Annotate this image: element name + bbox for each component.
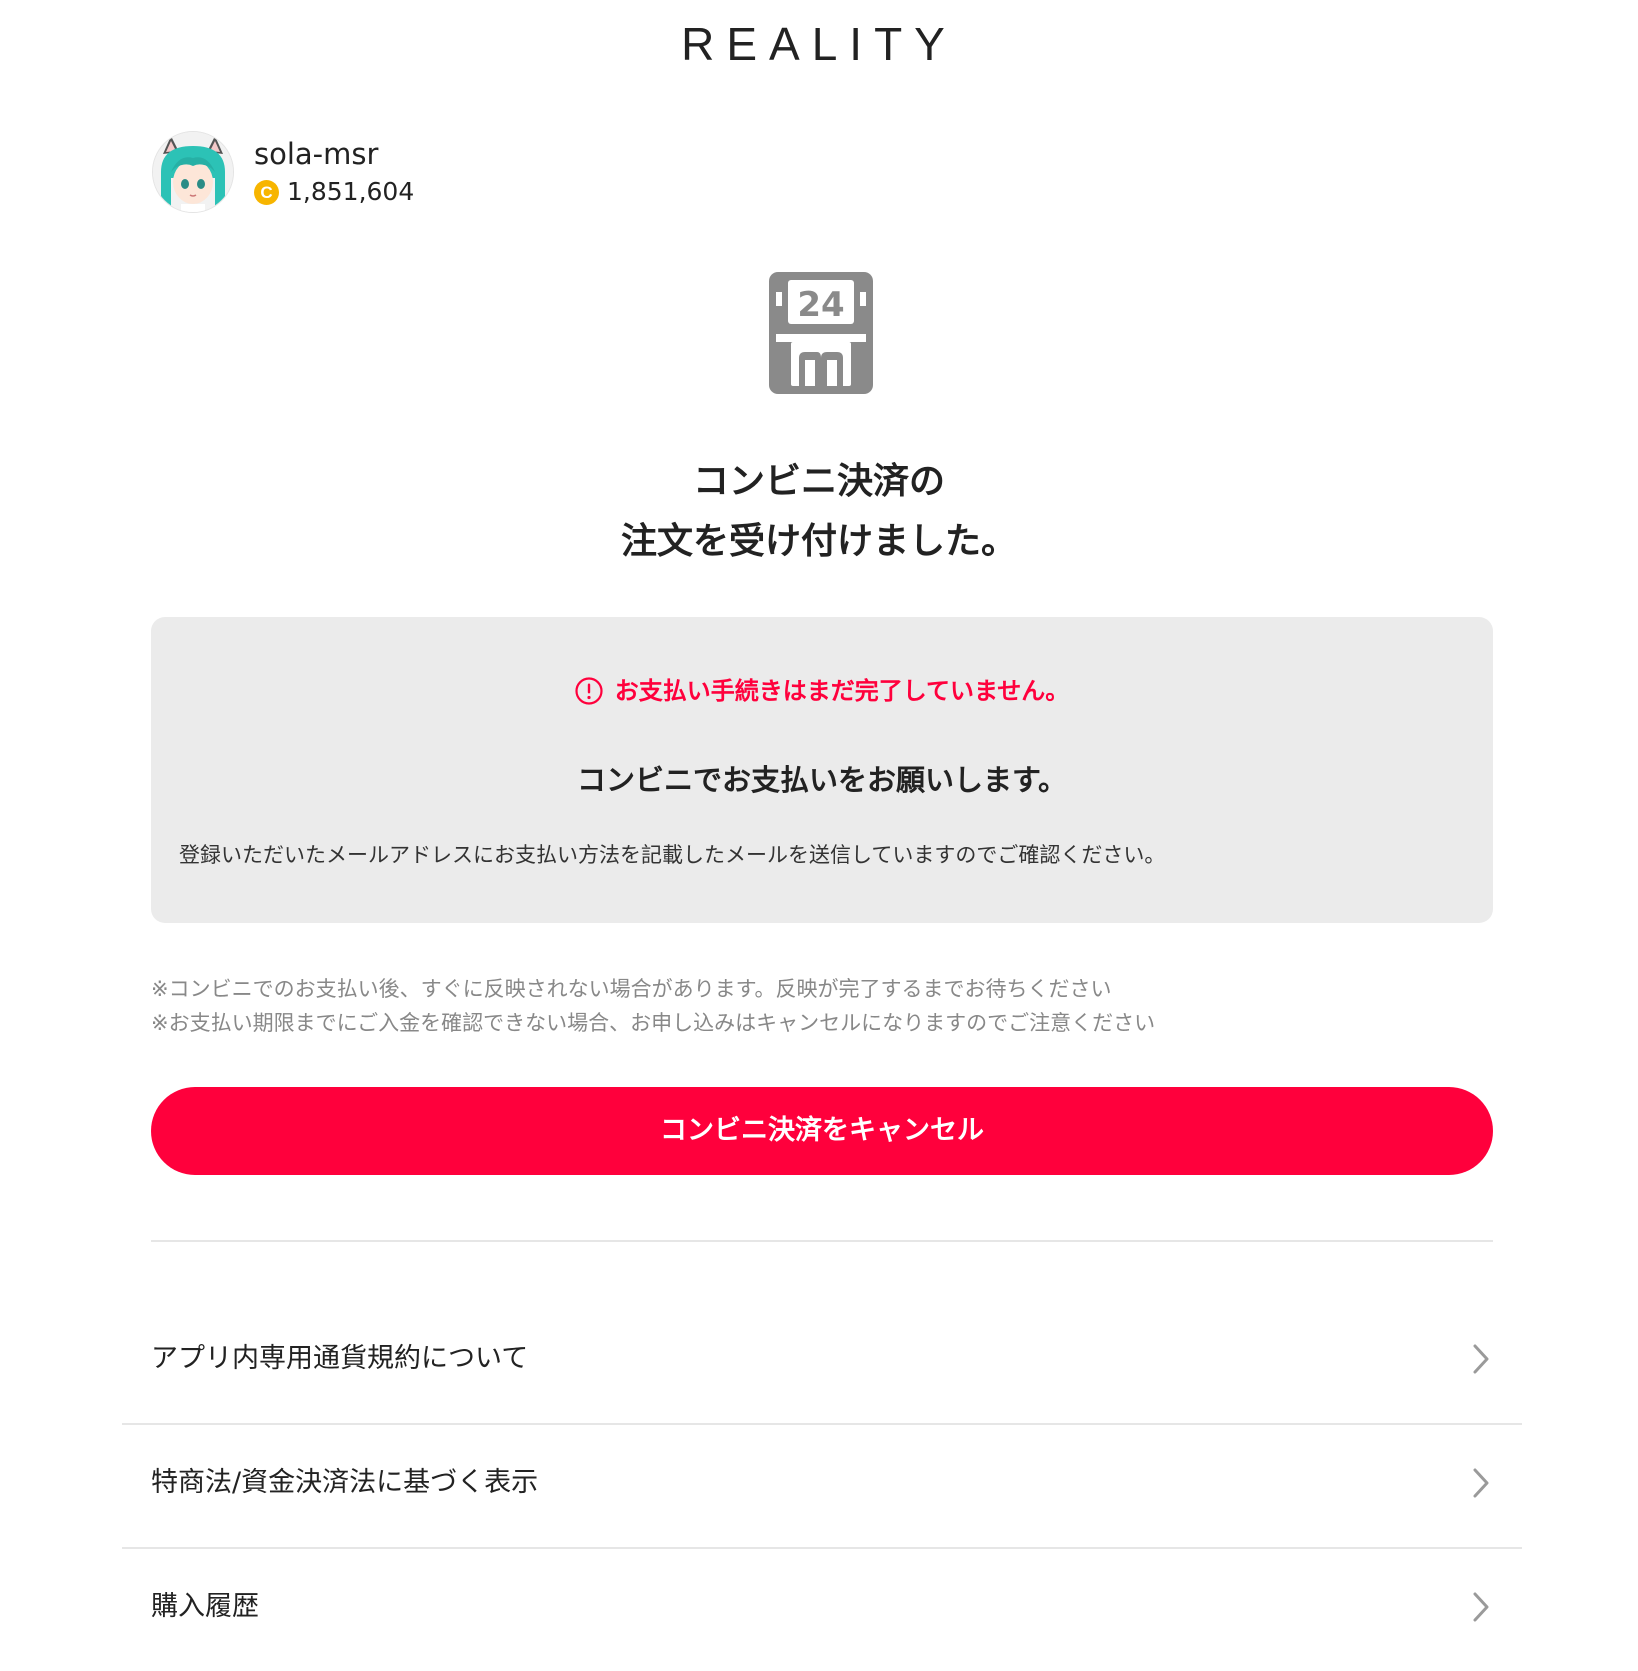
payment-incomplete-warning: お支払い手続きはまだ完了していません。	[151, 673, 1493, 709]
svg-text:24: 24	[797, 285, 844, 325]
divider	[151, 1240, 1493, 1242]
order-received-heading: コンビニ決済の 注文を受け付けました。	[0, 452, 1638, 572]
menu-item-label: 購入履歴	[151, 1591, 259, 1622]
payment-notice-box: お支払い手続きはまだ完了していません。 コンビニでお支払いをお願いします。 登録…	[151, 617, 1493, 923]
chevron-right-icon	[1473, 1344, 1489, 1374]
note-cancellation: ※お支払い期限までにご入金を確認できない場合、お申し込みはキャンセルになりますの…	[151, 1011, 1156, 1035]
convenience-store-24h-icon: 24	[768, 272, 874, 394]
headline-line-2: 注文を受け付けました。	[620, 521, 1017, 562]
cancel-convenience-payment-button[interactable]: コンビニ決済をキャンセル	[151, 1087, 1493, 1175]
user-name: sola-msr	[254, 137, 379, 171]
menu-item-label: アプリ内専用通貨規約について	[151, 1343, 529, 1374]
exclamation-circle-icon	[575, 677, 603, 705]
warning-text: お支払い手続きはまだ完了していません。	[614, 677, 1070, 705]
avatar	[152, 131, 234, 213]
menu-item-label: 特商法/資金決済法に基づく表示	[151, 1467, 539, 1498]
coin-icon: C	[254, 179, 279, 205]
coin-balance: 1,851,604	[287, 177, 415, 206]
chevron-right-icon	[1473, 1592, 1489, 1622]
menu-item-legal-notice[interactable]: 特商法/資金決済法に基づく表示	[122, 1425, 1522, 1549]
headline-line-1: コンビニ決済の	[692, 461, 945, 502]
info-menu: アプリ内専用通貨規約について 特商法/資金決済法に基づく表示 購入履歴	[122, 1301, 1522, 1671]
pay-at-store-title: コンビニでお支払いをお願いします。	[576, 763, 1068, 797]
notes: ※コンビニでのお支払い後、すぐに反映されない場合があります。反映が完了するまでお…	[151, 972, 1155, 1040]
reality-logo: REALITY	[681, 18, 957, 70]
note-reflection-delay: ※コンビニでのお支払い後、すぐに反映されない場合があります。反映が完了するまでお…	[151, 977, 1112, 1001]
pay-instructions-text: 登録いただいたメールアドレスにお支払い方法を記載したメールを送信していますのでご…	[179, 843, 1166, 867]
user-profile: sola-msr C 1,851,604	[152, 128, 414, 216]
menu-item-currency-terms[interactable]: アプリ内専用通貨規約について	[122, 1301, 1522, 1425]
coin-balance-row: C 1,851,604	[254, 176, 414, 208]
chevron-right-icon	[1473, 1468, 1489, 1498]
menu-item-purchase-history[interactable]: 購入履歴	[122, 1549, 1522, 1671]
